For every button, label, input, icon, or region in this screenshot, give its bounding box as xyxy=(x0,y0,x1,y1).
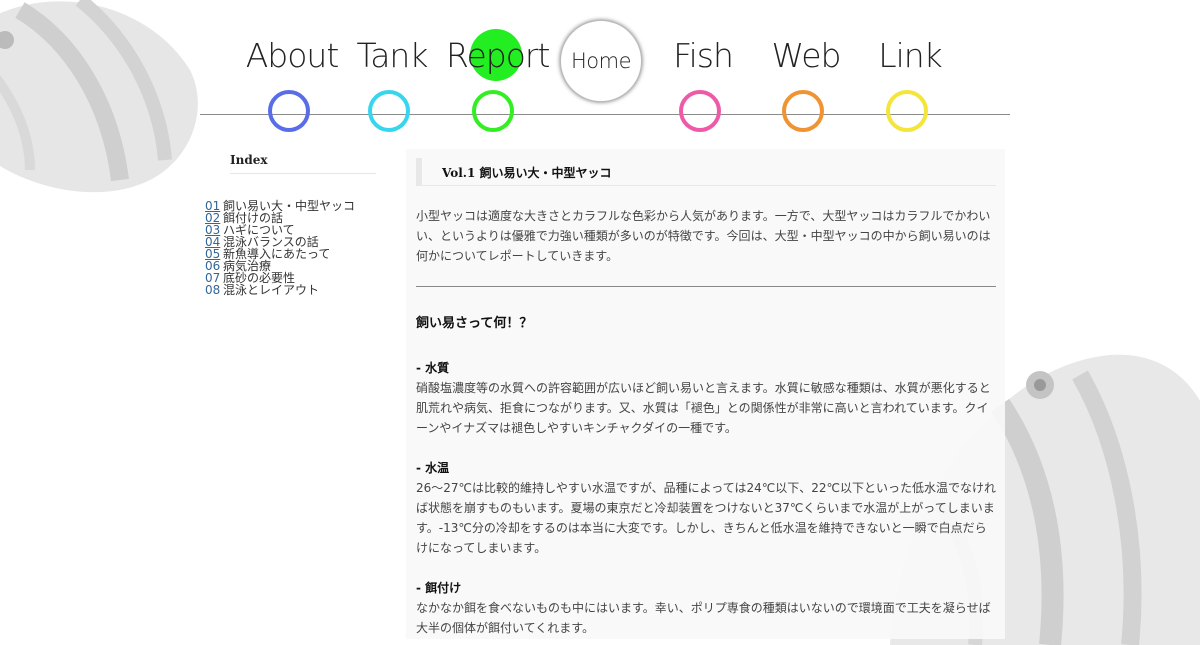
nav-tank[interactable]: Tank xyxy=(342,0,442,132)
article-intro: 小型ヤッコは適度な大きさとカラフルな色彩から人気があります。一方で、大型ヤッコは… xyxy=(416,209,991,263)
article-title: Vol.1 飼い易い大・中型ヤッコ xyxy=(416,158,996,186)
subsection-heading-water-temperature: - 水温 xyxy=(416,461,450,475)
report-article: Vol.1 飼い易い大・中型ヤッコ 小型ヤッコは適度な大きさとカラフルな色彩から… xyxy=(406,149,1005,639)
nav-fish-label: Fish xyxy=(673,36,734,75)
nav-tank-arc-icon xyxy=(368,90,410,132)
index-number: 08 xyxy=(205,283,221,297)
index-list: 01 飼い易い大・中型ヤッコ 02 餌付けの話 03 ハギについて 04 混泳バ… xyxy=(205,200,380,296)
subsection-heading-feeding: - 餌付け xyxy=(416,581,462,595)
subsection-heading-water-quality: - 水質 xyxy=(416,361,450,375)
index-item-08: 08 混泳とレイアウト xyxy=(205,284,380,296)
nav-web-arc-icon xyxy=(782,90,824,132)
subsection-body-water-quality: 硝酸塩濃度等の水質への許容範囲が広いほど飼い易いと言えます。水質に敏感な種類は、… xyxy=(416,381,991,435)
sidebar-index: Index 01 飼い易い大・中型ヤッコ 02 餌付けの話 03 ハギについて … xyxy=(200,150,380,296)
nav-fish[interactable]: Fish xyxy=(653,0,753,132)
index-title: Index xyxy=(230,150,376,174)
nav-about-label: About xyxy=(245,36,340,75)
article-divider xyxy=(416,286,996,287)
nav-about-arc-icon xyxy=(268,90,310,132)
nav-link-arc-icon xyxy=(886,90,928,132)
nav-report-label: Report xyxy=(446,36,550,75)
index-label: 混泳とレイアウト xyxy=(223,283,320,297)
nav-tank-label: Tank xyxy=(356,36,429,75)
nav-report[interactable]: Report xyxy=(446,0,550,132)
subsection-body-water-temperature: 26～27℃は比較的維持しやすい水温ですが、品種によっては24℃以下、22℃以下… xyxy=(416,481,996,555)
nav-home[interactable]: Home xyxy=(560,20,642,102)
nav-link[interactable]: Link xyxy=(860,0,960,132)
nav-web-label: Web xyxy=(771,36,842,75)
main-navigation: About Tank Report Home Fish Web Link xyxy=(200,0,1010,132)
nav-about[interactable]: About xyxy=(242,0,342,132)
subsection-body-feeding: なかなか餌を食べないものも中にはいます。幸い、ポリプ専食の種類はいないので環境面… xyxy=(416,601,991,635)
nav-home-label: Home xyxy=(570,49,632,73)
nav-web[interactable]: Web xyxy=(756,0,856,132)
nav-fish-arc-icon xyxy=(679,90,721,132)
section-heading: 飼い易さって何！？ xyxy=(416,316,533,331)
fish-silhouette-left-decoration xyxy=(0,0,198,193)
nav-report-arc-icon xyxy=(472,90,514,132)
nav-link-label: Link xyxy=(878,36,943,75)
